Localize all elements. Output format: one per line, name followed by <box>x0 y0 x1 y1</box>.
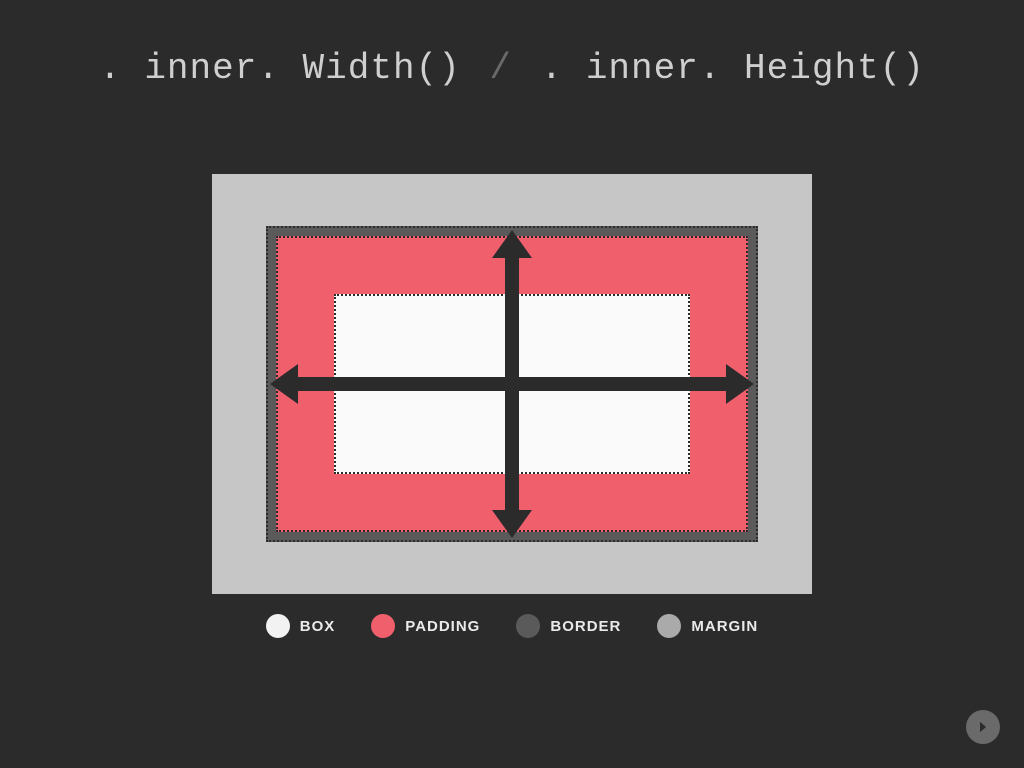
title-separator: / <box>489 48 512 89</box>
legend-label-box: BOX <box>300 618 336 635</box>
slide-title: . inner. Width() / . inner. Height() <box>0 48 1024 89</box>
swatch-padding <box>371 614 395 638</box>
next-slide-button[interactable] <box>966 710 1000 744</box>
legend-item-margin: MARGIN <box>657 614 758 638</box>
swatch-box <box>266 614 290 638</box>
title-method-2: . inner. Height() <box>541 48 925 89</box>
legend-label-padding: PADDING <box>405 618 480 635</box>
swatch-border <box>516 614 540 638</box>
legend-label-margin: MARGIN <box>691 618 758 635</box>
legend: BOX PADDING BORDER MARGIN <box>0 614 1024 638</box>
swatch-margin <box>657 614 681 638</box>
legend-label-border: BORDER <box>550 618 621 635</box>
arrow-right-circle-icon <box>974 718 992 736</box>
legend-item-border: BORDER <box>516 614 621 638</box>
border-layer <box>266 226 758 542</box>
margin-layer <box>212 174 812 594</box>
padding-layer <box>276 236 748 532</box>
legend-item-box: BOX <box>266 614 336 638</box>
inner-height-arrow <box>505 244 519 524</box>
box-model-diagram <box>212 174 812 594</box>
legend-item-padding: PADDING <box>371 614 480 638</box>
title-method-1: . inner. Width() <box>99 48 461 89</box>
